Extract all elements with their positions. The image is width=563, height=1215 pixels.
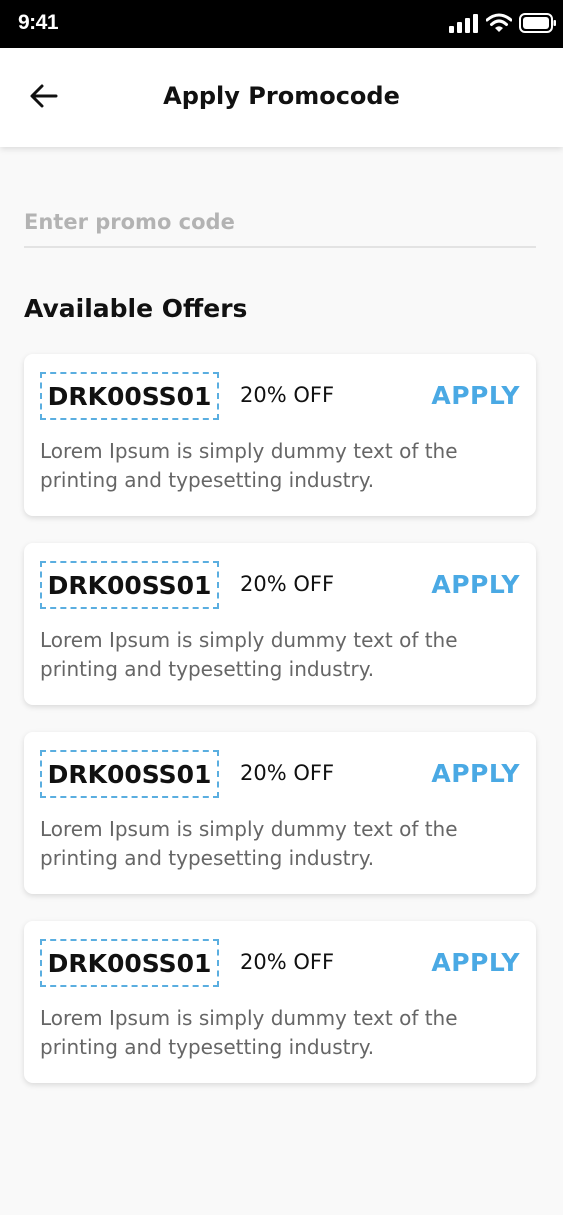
status-bar: 9:41 bbox=[0, 0, 563, 48]
offer-card: DRK00SS01 20% OFF APPLY Lorem Ipsum is s… bbox=[24, 732, 536, 894]
offer-card: DRK00SS01 20% OFF APPLY Lorem Ipsum is s… bbox=[24, 354, 536, 516]
discount-label: 20% OFF bbox=[240, 572, 335, 596]
status-time: 9:41 bbox=[18, 11, 59, 34]
offer-description: Lorem Ipsum is simply dummy text of the … bbox=[40, 439, 458, 492]
app-header: Apply Promocode bbox=[0, 48, 563, 147]
promo-code-badge: DRK00SS01 bbox=[40, 939, 219, 987]
page-title: Apply Promocode bbox=[163, 82, 400, 110]
offer-description: Lorem Ipsum is simply dummy text of the … bbox=[40, 1006, 458, 1059]
apply-button[interactable]: APPLY bbox=[431, 759, 520, 788]
offer-description: Lorem Ipsum is simply dummy text of the … bbox=[40, 628, 458, 681]
discount-label: 20% OFF bbox=[240, 761, 335, 785]
offer-card: DRK00SS01 20% OFF APPLY Lorem Ipsum is s… bbox=[24, 543, 536, 705]
available-offers-heading: Available Offers bbox=[24, 294, 248, 323]
apply-button[interactable]: APPLY bbox=[431, 948, 520, 977]
apply-button[interactable]: APPLY bbox=[431, 570, 520, 599]
promo-code-badge: DRK00SS01 bbox=[40, 750, 219, 798]
signal-icon bbox=[449, 13, 479, 37]
discount-label: 20% OFF bbox=[240, 950, 335, 974]
wifi-icon bbox=[485, 13, 513, 37]
battery-icon bbox=[519, 13, 557, 37]
promo-code-badge: DRK00SS01 bbox=[40, 561, 219, 609]
status-icons bbox=[449, 13, 557, 37]
promo-code-input[interactable] bbox=[24, 198, 536, 248]
offer-description: Lorem Ipsum is simply dummy text of the … bbox=[40, 817, 458, 870]
discount-label: 20% OFF bbox=[240, 383, 335, 407]
offer-card: DRK00SS01 20% OFF APPLY Lorem Ipsum is s… bbox=[24, 921, 536, 1083]
apply-button[interactable]: APPLY bbox=[431, 381, 520, 410]
promo-code-badge: DRK00SS01 bbox=[40, 372, 219, 420]
